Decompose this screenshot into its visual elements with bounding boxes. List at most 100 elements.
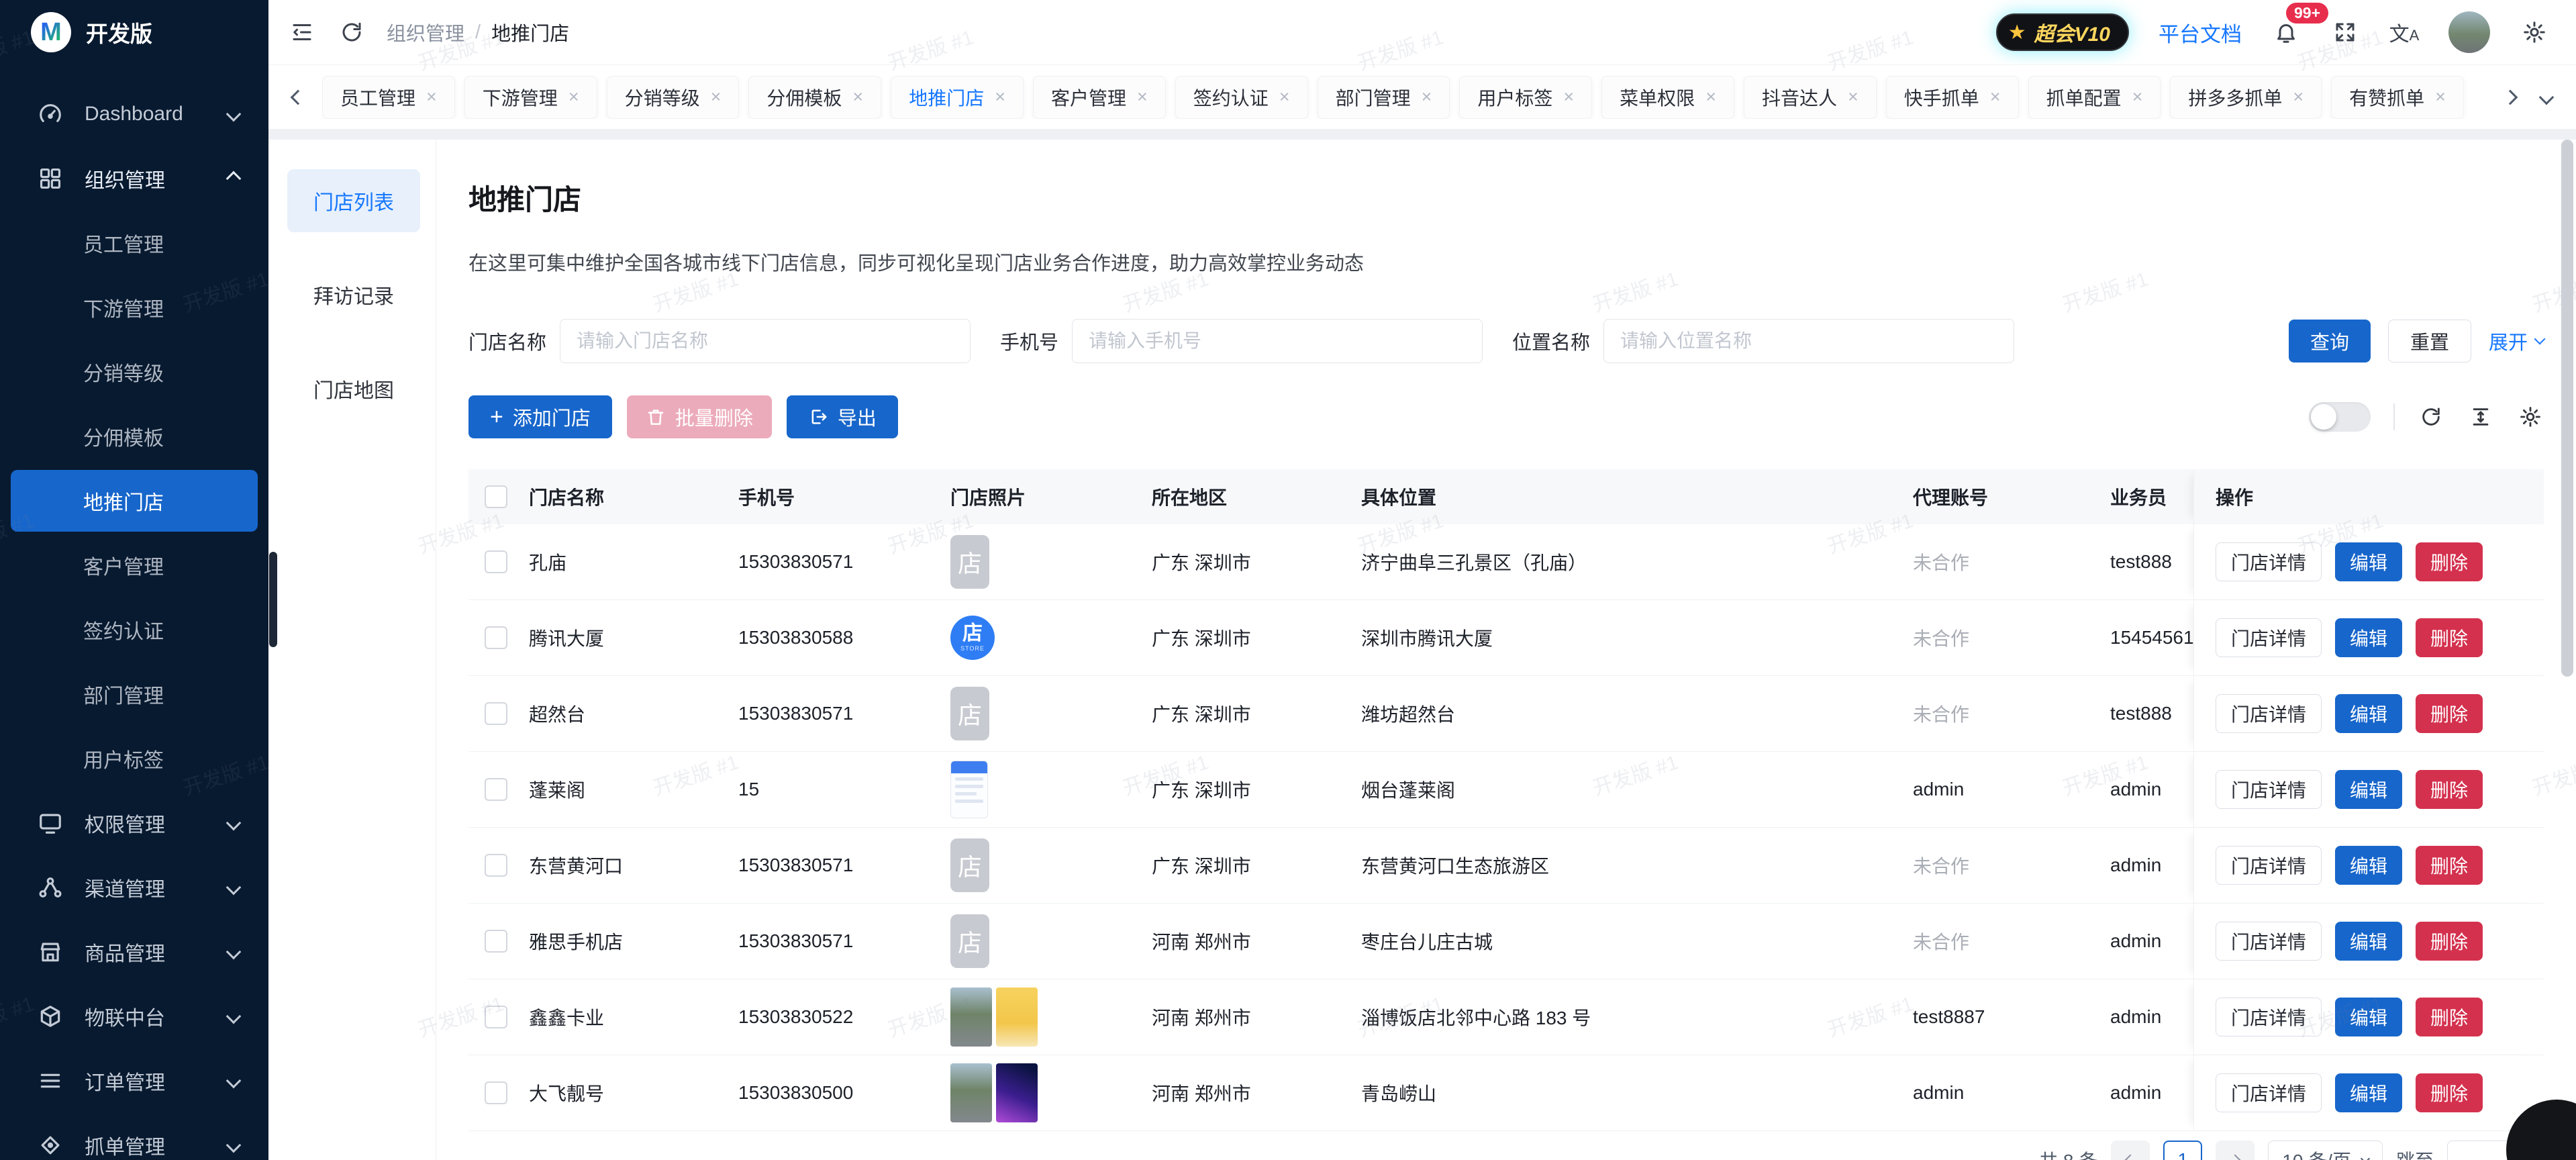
tab-有赞抓单[interactable]: 有赞抓单 × (2331, 76, 2464, 119)
tabs-dropdown-icon[interactable] (2534, 92, 2559, 103)
vip-badge[interactable]: ★ 超会V10 (1996, 13, 2129, 51)
store-photo-screenshot[interactable] (950, 761, 988, 818)
tab-签约认证[interactable]: 签约认证 × (1175, 76, 1308, 119)
tab-拼多多抓单[interactable]: 拼多多抓单 × (2170, 76, 2322, 119)
delete-button[interactable]: 删除 (2416, 618, 2483, 657)
refresh-table-icon[interactable] (2418, 403, 2444, 430)
sidebar-item-权限管理[interactable]: 权限管理 (0, 791, 268, 855)
tab-抖音达人[interactable]: 抖音达人 × (1744, 76, 1877, 119)
tab-close-icon[interactable]: × (995, 87, 1005, 107)
delete-button[interactable]: 删除 (2416, 922, 2483, 961)
breadcrumb-parent[interactable]: 组织管理 (387, 18, 464, 46)
sidebar-subitem-用户标签[interactable]: 用户标签 (0, 726, 268, 791)
delete-button[interactable]: 删除 (2416, 542, 2483, 581)
store-photo-pair[interactable] (950, 987, 1038, 1047)
collapse-menu-icon[interactable] (287, 17, 317, 47)
tab-close-icon[interactable]: × (2293, 87, 2303, 107)
sidebar-item-商品管理[interactable]: 商品管理 (0, 920, 268, 984)
tabs-scroll-right-icon[interactable] (2498, 92, 2522, 103)
sidebar-item-Dashboard[interactable]: Dashboard (0, 82, 268, 146)
edit-button[interactable]: 编辑 (2335, 998, 2402, 1036)
edit-button[interactable]: 编辑 (2335, 694, 2402, 733)
sidebar-subitem-地推门店[interactable]: 地推门店 (11, 470, 258, 532)
store-detail-button[interactable]: 门店详情 (2216, 1073, 2322, 1112)
sidebar-subitem-下游管理[interactable]: 下游管理 (0, 275, 268, 340)
store-detail-button[interactable]: 门店详情 (2216, 618, 2322, 657)
sidebar-item-物联中台[interactable]: 物联中台 (0, 984, 268, 1049)
tab-close-icon[interactable]: × (711, 87, 722, 107)
delete-button[interactable]: 删除 (2416, 998, 2483, 1036)
tab-分佣模板[interactable]: 分佣模板 × (748, 76, 881, 119)
filter-input-门店名称[interactable] (560, 319, 971, 363)
tab-close-icon[interactable]: × (1279, 87, 1290, 107)
select-all-checkbox[interactable] (485, 485, 507, 508)
row-checkbox[interactable] (485, 702, 507, 725)
sidebar-item-组织管理[interactable]: 组织管理 (0, 146, 268, 211)
tab-菜单权限[interactable]: 菜单权限 × (1601, 76, 1734, 119)
delete-button[interactable]: 删除 (2416, 846, 2483, 885)
settings-gear-icon[interactable] (2520, 17, 2549, 47)
row-checkbox[interactable] (485, 930, 507, 953)
pagination-next-button[interactable] (2216, 1141, 2255, 1160)
row-checkbox[interactable] (485, 778, 507, 801)
store-detail-button[interactable]: 门店详情 (2216, 922, 2322, 961)
edit-button[interactable]: 编辑 (2335, 1073, 2402, 1112)
pagination-jump-input[interactable] (2447, 1141, 2512, 1160)
pagination-page-size-select[interactable]: 10 条/页 (2268, 1141, 2383, 1160)
delete-button[interactable]: 删除 (2416, 770, 2483, 809)
platform-docs-link[interactable]: 平台文档 (2159, 17, 2242, 48)
tab-用户标签[interactable]: 用户标签 × (1459, 76, 1592, 119)
delete-button[interactable]: 删除 (2416, 1073, 2483, 1112)
tabs-scroll-left-icon[interactable] (286, 92, 310, 103)
tab-地推门店[interactable]: 地推门店 × (891, 76, 1024, 119)
column-settings-gear-icon[interactable] (2517, 403, 2544, 430)
sidebar-subitem-签约认证[interactable]: 签约认证 (0, 597, 268, 662)
tab-close-icon[interactable]: × (1990, 87, 2001, 107)
store-detail-button[interactable]: 门店详情 (2216, 694, 2322, 733)
edit-button[interactable]: 编辑 (2335, 770, 2402, 809)
sidebar-subitem-部门管理[interactable]: 部门管理 (0, 662, 268, 726)
sub-sidebar-item-门店列表[interactable]: 门店列表 (287, 169, 420, 232)
page-scrollbar[interactable] (2561, 140, 2573, 1160)
notifications-bell-icon[interactable]: 99+ (2271, 17, 2301, 47)
sidebar-item-订单管理[interactable]: 订单管理 (0, 1049, 268, 1113)
tab-close-icon[interactable]: × (1705, 87, 1716, 107)
page-scrollbar-thumb[interactable] (2561, 140, 2573, 677)
pagination-page-1[interactable]: 1 (2163, 1141, 2202, 1160)
edit-button[interactable]: 编辑 (2335, 542, 2402, 581)
edit-button[interactable]: 编辑 (2335, 922, 2402, 961)
filter-input-手机号[interactable] (1072, 319, 1483, 363)
row-checkbox[interactable] (485, 1081, 507, 1104)
tab-close-icon[interactable]: × (1422, 87, 1432, 107)
tab-抓单配置[interactable]: 抓单配置 × (2028, 76, 2161, 119)
sidebar-subitem-员工管理[interactable]: 员工管理 (0, 211, 268, 275)
reset-button[interactable]: 重置 (2388, 320, 2471, 362)
filter-input-位置名称[interactable] (1603, 319, 2014, 363)
sidebar-item-抓单管理[interactable]: 抓单管理 (0, 1113, 268, 1160)
tab-close-icon[interactable]: × (1848, 87, 1859, 107)
tab-close-icon[interactable]: × (1563, 87, 1574, 107)
sub-sidebar-item-拜访记录[interactable]: 拜访记录 (287, 263, 420, 326)
tab-close-icon[interactable]: × (426, 87, 437, 107)
store-brand-logo[interactable]: 店STORE (950, 616, 995, 660)
tab-close-icon[interactable]: × (2132, 87, 2143, 107)
sidebar-subitem-客户管理[interactable]: 客户管理 (0, 533, 268, 597)
fullscreen-icon[interactable] (2330, 17, 2360, 47)
delete-button[interactable]: 删除 (2416, 694, 2483, 733)
tab-员工管理[interactable]: 员工管理 × (322, 76, 455, 119)
expand-filters-link[interactable]: 展开 (2489, 327, 2544, 355)
sidebar-subitem-分销等级[interactable]: 分销等级 (0, 340, 268, 404)
table-display-toggle[interactable] (2309, 402, 2371, 432)
store-detail-button[interactable]: 门店详情 (2216, 770, 2322, 809)
row-height-icon[interactable] (2467, 403, 2494, 430)
sidebar-item-渠道管理[interactable]: 渠道管理 (0, 855, 268, 920)
sub-sidebar-item-门店地图[interactable]: 门店地图 (287, 357, 420, 420)
export-button[interactable]: 导出 (787, 395, 898, 438)
store-detail-button[interactable]: 门店详情 (2216, 846, 2322, 885)
sidebar-scrollbar[interactable] (269, 552, 277, 647)
search-button[interactable]: 查询 (2289, 320, 2371, 362)
row-checkbox[interactable] (485, 854, 507, 877)
tab-客户管理[interactable]: 客户管理 × (1033, 76, 1166, 119)
tab-close-icon[interactable]: × (2435, 87, 2446, 107)
row-checkbox[interactable] (485, 550, 507, 573)
